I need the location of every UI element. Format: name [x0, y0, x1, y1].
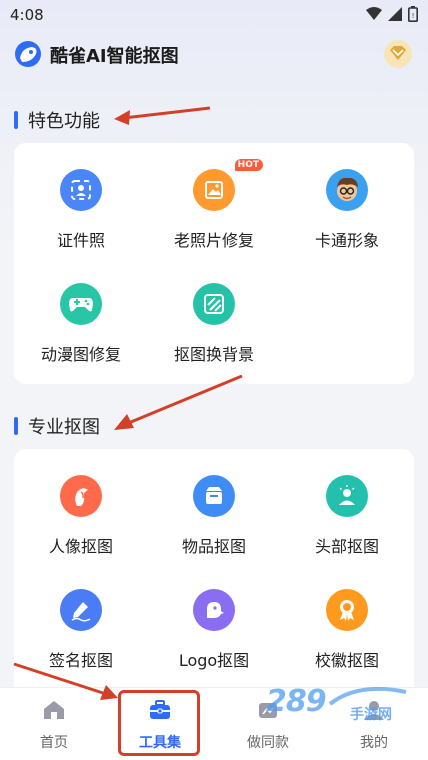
wifi-icon [366, 7, 382, 20]
gamepad-icon [60, 283, 102, 325]
tool-id-photo[interactable]: 证件照 [14, 169, 148, 251]
logo-icon [193, 589, 235, 631]
watermark-suffix: 手游网 [350, 707, 392, 723]
watermark: 289 手游网 [258, 684, 418, 728]
watermark-number: 289 [266, 684, 327, 719]
vip-diamond-icon[interactable] [382, 40, 414, 68]
status-bar: 4:08 ! [0, 0, 428, 30]
tool-head-cutout[interactable]: 头部抠图 [280, 475, 414, 557]
tab-label: 首页 [40, 735, 68, 751]
tool-object-cutout[interactable]: 物品抠图 [147, 475, 281, 557]
svg-text:!: ! [412, 12, 415, 20]
tool-label: 老照片修复 [173, 231, 254, 250]
section-title-featured: 特色功能 [14, 107, 100, 133]
tool-label: 头部抠图 [314, 537, 379, 556]
id-photo-icon [60, 169, 102, 211]
tool-label: 卡通形象 [314, 231, 379, 250]
status-time: 4:08 [10, 6, 44, 24]
tool-label: 证件照 [56, 231, 105, 250]
signal-icon [388, 7, 402, 21]
app-header: 酷雀AI智能抠图 [0, 36, 428, 72]
tool-label: 抠图换背景 [173, 345, 254, 364]
annotation-arrow [13, 662, 118, 700]
badge-icon [326, 589, 368, 631]
section-title-professional: 专业抠图 [14, 413, 100, 439]
head-icon [326, 475, 368, 517]
old-photo-icon: HOT [193, 159, 263, 211]
tool-label: Logo抠图 [178, 651, 250, 670]
portrait-icon [60, 475, 102, 517]
tool-signature-cutout[interactable]: 签名抠图 [14, 589, 148, 671]
tool-label: 人像抠图 [48, 537, 113, 556]
tool-label: 动漫图修复 [40, 345, 121, 364]
app-logo-icon [15, 41, 41, 67]
tab-label: 做同款 [247, 735, 289, 751]
tool-anime-repair[interactable]: 动漫图修复 [14, 283, 148, 365]
annotation-arrow [114, 374, 243, 430]
section-accent-bar [14, 417, 18, 435]
tool-cartoon[interactable]: 卡通形象 [280, 169, 414, 251]
annotation-arrow [114, 106, 211, 125]
section-title-text: 特色功能 [28, 111, 100, 132]
annotation-highlight-box [118, 690, 200, 756]
tool-label: 物品抠图 [181, 537, 246, 556]
tool-portrait-cutout[interactable]: 人像抠图 [14, 475, 148, 557]
tool-logo-cutout[interactable]: Logo抠图 [147, 589, 281, 671]
tool-school-badge-cutout[interactable]: 校徽抠图 [280, 589, 414, 671]
tool-label: 校徽抠图 [314, 651, 379, 670]
section-title-text: 专业抠图 [28, 417, 100, 438]
signature-icon [60, 589, 102, 631]
tab-label: 我的 [360, 735, 388, 751]
battery-icon: ! [408, 6, 418, 22]
cartoon-avatar-icon [326, 169, 368, 211]
tool-old-photo[interactable]: HOT 老照片修复 [147, 159, 281, 251]
featured-tools-card: 证件照 HOT 老照片修复 卡通形象 动漫图修复 抠图换背景 [14, 143, 414, 384]
tool-background-swap[interactable]: 抠图换背景 [147, 283, 281, 365]
background-swap-icon [193, 283, 235, 325]
app-title: 酷雀AI智能抠图 [50, 46, 179, 67]
status-icons: ! [366, 6, 418, 22]
section-accent-bar [14, 111, 18, 129]
tab-home[interactable]: 首页 [14, 700, 94, 752]
box-icon [193, 475, 235, 517]
hot-badge: HOT [234, 159, 263, 171]
